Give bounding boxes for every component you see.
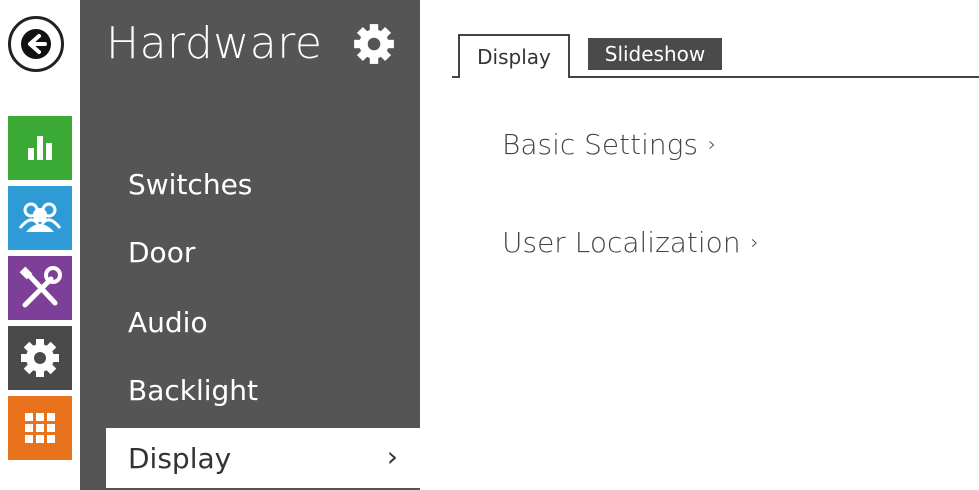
sidebar: Hardware Switches Door Audio Backlight D… <box>80 0 420 490</box>
sidebar-item-label: Backlight <box>128 374 259 407</box>
chevron-right-icon: › <box>386 440 398 473</box>
sidebar-item-label: Audio <box>128 306 208 339</box>
sidebar-item-audio[interactable]: Audio <box>80 292 420 352</box>
sidebar-item-label: Door <box>128 236 196 269</box>
hardware-settings-button[interactable] <box>352 22 396 66</box>
rail-tile-users[interactable] <box>8 186 72 250</box>
gear-icon <box>21 339 59 377</box>
sidebar-title: Hardware <box>106 18 323 69</box>
rail-tile-hardware[interactable] <box>8 326 72 390</box>
section-label: Basic Settings <box>502 128 699 161</box>
tools-icon <box>19 266 62 308</box>
section-label: User Localization <box>502 226 741 259</box>
section-basic-settings[interactable]: Basic Settings › <box>502 128 716 161</box>
arrow-left-icon <box>21 29 51 59</box>
sidebar-item-display[interactable]: Display › <box>106 428 420 488</box>
back-button[interactable] <box>8 16 64 72</box>
grid-icon <box>25 413 55 443</box>
rail-tile-stats[interactable] <box>8 116 72 180</box>
bar-chart-icon <box>28 136 52 160</box>
sidebar-item-label: Display <box>128 442 232 475</box>
gear-icon <box>354 24 394 64</box>
chevron-right-icon: › <box>750 230 759 254</box>
rail-tile-services[interactable] <box>8 256 72 320</box>
users-icon <box>18 202 62 232</box>
tab-display[interactable]: Display <box>458 34 570 78</box>
tab-slideshow[interactable]: Slideshow <box>588 38 722 70</box>
section-user-localization[interactable]: User Localization › <box>502 226 759 259</box>
rail-tile-system[interactable] <box>8 396 72 460</box>
sidebar-item-label: Switches <box>128 168 253 201</box>
chevron-right-icon: › <box>708 132 717 156</box>
sidebar-item-backlight[interactable]: Backlight <box>80 360 420 420</box>
sidebar-item-switches[interactable]: Switches <box>80 154 420 214</box>
sidebar-item-door[interactable]: Door <box>80 222 420 282</box>
app-rail <box>0 0 80 490</box>
